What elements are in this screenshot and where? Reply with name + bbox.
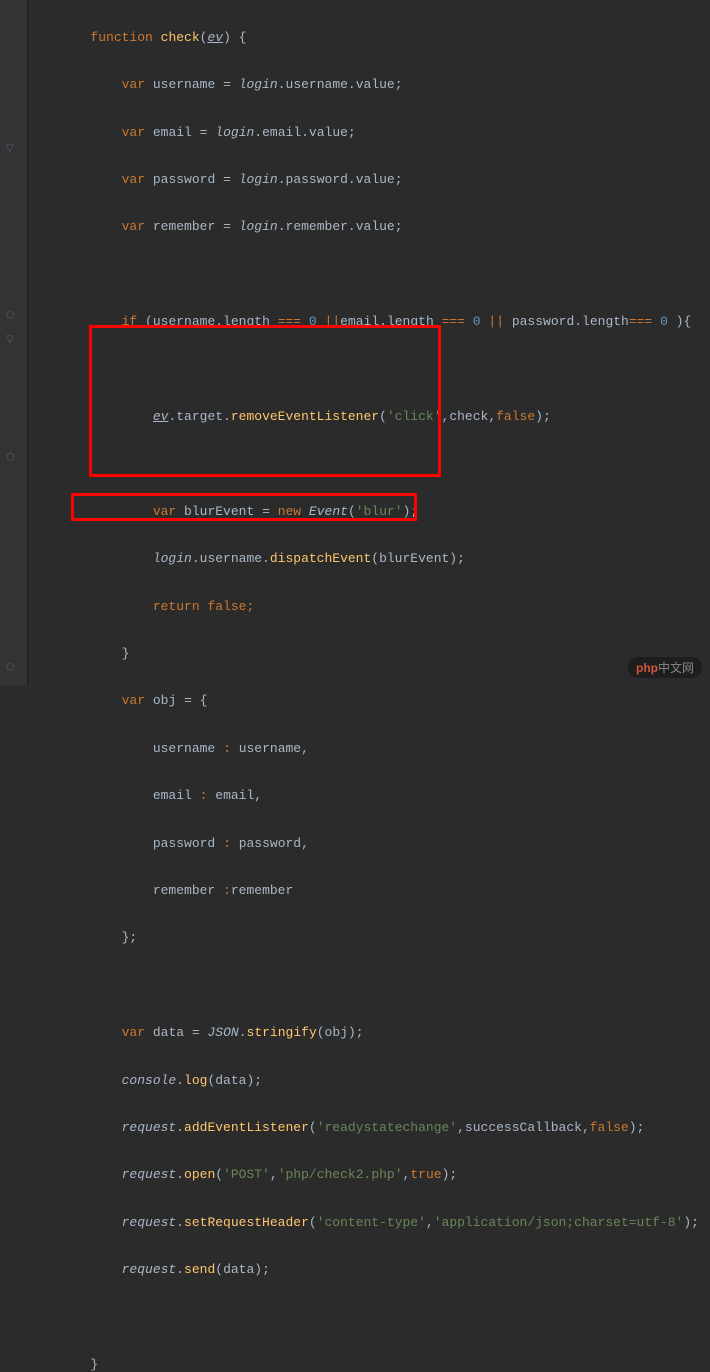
fold-icon[interactable]: ▽ <box>6 143 20 157</box>
code-line <box>28 1306 710 1330</box>
code-line: request.send(data); <box>28 1258 710 1282</box>
code-line <box>28 452 710 476</box>
code-line: request.setRequestHeader('content-type',… <box>28 1211 710 1235</box>
code-line: return false; <box>28 595 710 619</box>
code-line: if (username.length === 0 ||email.length… <box>28 310 710 334</box>
code-line: email : email, <box>28 784 710 808</box>
code-line: }; <box>28 926 710 950</box>
code-line: password : password, <box>28 832 710 856</box>
code-line: var password = login.password.value; <box>28 168 710 192</box>
fold-icon[interactable]: ⬠ <box>6 662 20 676</box>
code-line <box>28 974 710 998</box>
code-line: request.addEventListener('readystatechan… <box>28 1116 710 1140</box>
code-line: console.log(data); <box>28 1069 710 1093</box>
code-line: var obj = { <box>28 689 710 713</box>
code-line: ev.target.removeEventListener('click',ch… <box>28 405 710 429</box>
gutter: ▽ ⬠ ▽ ⬠ ⬠ <box>0 0 28 686</box>
code-line: login.username.dispatchEvent(blurEvent); <box>28 547 710 571</box>
code-line: username : username, <box>28 737 710 761</box>
watermark: phpphp中文网中文网 <box>628 657 702 678</box>
code-line: var blurEvent = new Event('blur'); <box>28 500 710 524</box>
fold-icon[interactable]: ⬠ <box>6 310 20 324</box>
code-line: remember :remember <box>28 879 710 903</box>
code-line: var remember = login.remember.value; <box>28 215 710 239</box>
code-line: } <box>28 1353 710 1372</box>
code-line: } <box>28 642 710 666</box>
code-line: request.open('POST','php/check2.php',tru… <box>28 1163 710 1187</box>
code-line <box>28 263 710 287</box>
code-line: var data = JSON.stringify(obj); <box>28 1021 710 1045</box>
fold-icon[interactable]: ▽ <box>6 334 20 348</box>
code-line: var email = login.email.value; <box>28 121 710 145</box>
fold-icon[interactable]: ⬠ <box>6 452 20 466</box>
code-line: var username = login.username.value; <box>28 73 710 97</box>
code-line: function check(ev) { <box>28 26 710 50</box>
code-line <box>28 358 710 382</box>
code-area[interactable]: function check(ev) { var username = logi… <box>28 0 710 1372</box>
